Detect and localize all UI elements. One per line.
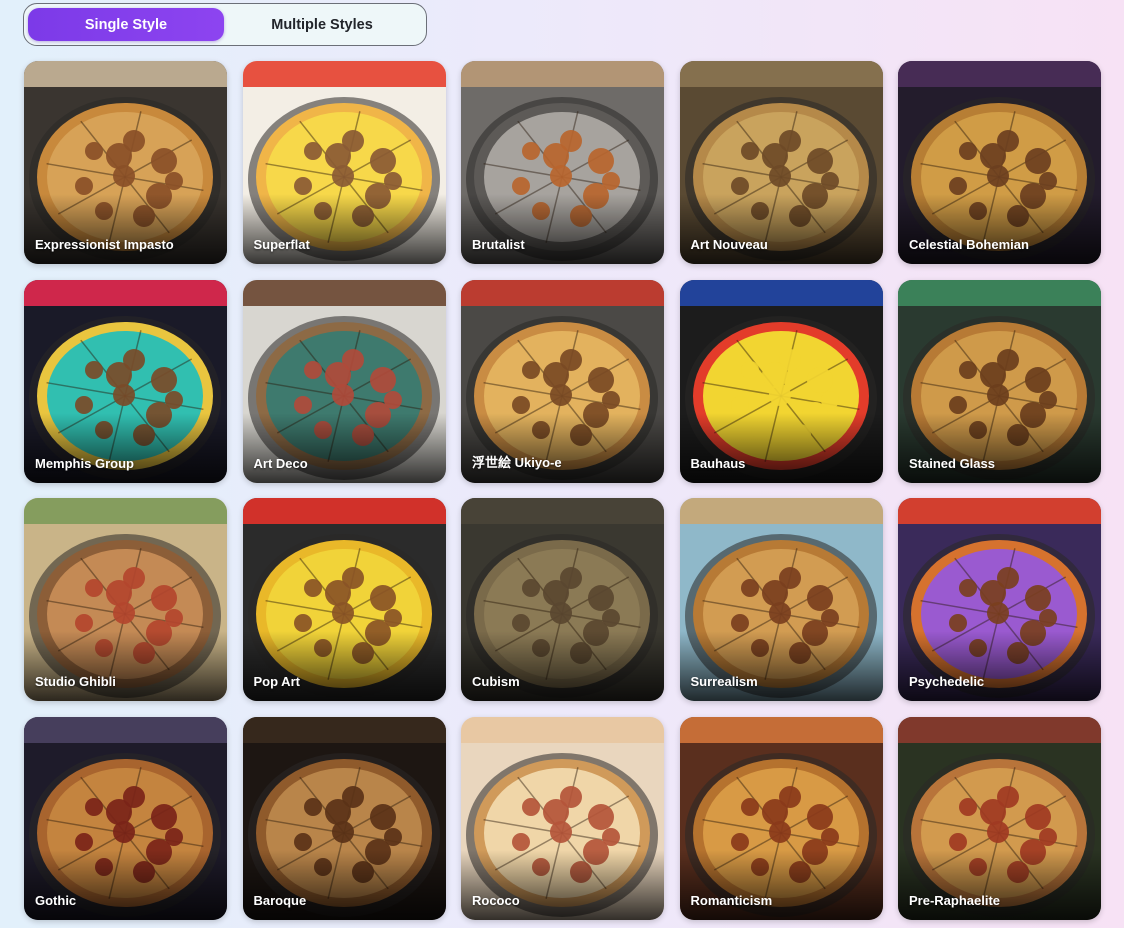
style-card-label: Art Nouveau xyxy=(690,237,768,252)
style-card-label: Psychedelic xyxy=(909,674,985,689)
style-card-label: Pre-Raphaelite xyxy=(909,892,1001,908)
label-gradient xyxy=(679,412,883,483)
style-card[interactable]: Pre-Raphaelite xyxy=(898,716,1101,920)
label-gradient xyxy=(24,631,227,701)
label-gradient xyxy=(898,631,1101,701)
label-gradient xyxy=(679,194,883,264)
style-card-label: Cubism xyxy=(472,674,520,689)
label-gradient xyxy=(461,849,664,920)
label-gradient xyxy=(461,412,664,483)
style-card[interactable]: Art Nouveau xyxy=(679,61,883,264)
label-gradient xyxy=(242,849,446,920)
label-gradient xyxy=(898,194,1101,264)
label-gradient xyxy=(24,194,227,264)
style-card-label: Rococo xyxy=(472,892,520,908)
style-card[interactable]: Pop Art xyxy=(242,498,446,701)
style-card-label: Surrealism xyxy=(690,674,758,689)
single-style-button[interactable]: Single Style xyxy=(28,8,224,41)
label-gradient xyxy=(24,412,227,483)
label-gradient xyxy=(242,194,446,264)
label-gradient xyxy=(24,849,227,920)
style-card-label: Stained Glass xyxy=(909,455,995,471)
style-card-label: Romanticism xyxy=(690,892,773,908)
style-card-label: 浮世絵 Ukiyo-e xyxy=(472,454,562,470)
label-gradient xyxy=(242,631,446,701)
label-gradient xyxy=(679,631,883,701)
label-gradient xyxy=(898,849,1101,920)
style-card-label: Memphis Group xyxy=(35,455,134,471)
style-card-label: Baroque xyxy=(253,892,307,908)
style-card[interactable]: Stained Glass xyxy=(898,279,1101,483)
style-card[interactable]: Brutalist xyxy=(461,61,664,264)
style-card[interactable]: Gothic xyxy=(24,716,227,920)
label-gradient xyxy=(461,631,664,701)
style-card[interactable]: Bauhaus xyxy=(679,279,883,483)
style-mode-toggle: Single Style Multiple Styles xyxy=(23,3,427,46)
style-card[interactable]: Surrealism xyxy=(679,498,883,701)
style-card[interactable]: Superflat xyxy=(242,61,446,264)
style-card[interactable]: Studio Ghibli xyxy=(24,498,227,701)
style-card-label: Gothic xyxy=(35,892,77,908)
style-card-label: Celestial Bohemian xyxy=(909,237,1029,252)
style-card-label: Expressionist Impasto xyxy=(35,237,174,252)
style-grid: Expressionist Impasto Superflat Brutalist A… xyxy=(24,61,1101,920)
style-card[interactable]: Celestial Bohemian xyxy=(898,61,1101,264)
style-card[interactable]: Rococo xyxy=(461,716,664,920)
style-card[interactable]: Baroque xyxy=(242,716,446,920)
style-card-label: Brutalist xyxy=(472,237,525,252)
style-card[interactable]: Cubism xyxy=(461,498,664,701)
style-card[interactable]: Memphis Group xyxy=(24,279,227,483)
style-card-label: Art Deco xyxy=(253,455,308,471)
style-card[interactable]: 浮世絵 Ukiyo-e xyxy=(461,279,664,483)
style-card[interactable]: Psychedelic xyxy=(898,498,1101,701)
multiple-styles-button[interactable]: Multiple Styles xyxy=(224,8,420,41)
label-gradient xyxy=(898,412,1101,483)
style-card-label: Bauhaus xyxy=(690,455,746,471)
label-gradient xyxy=(679,849,883,920)
label-gradient xyxy=(242,412,446,483)
style-card-label: Superflat xyxy=(253,237,310,252)
style-card[interactable]: Romanticism xyxy=(679,716,883,920)
style-card[interactable]: Art Deco xyxy=(242,279,446,483)
style-card-label: Pop Art xyxy=(253,674,300,689)
style-card-label: Studio Ghibli xyxy=(35,674,116,689)
label-gradient xyxy=(461,194,664,264)
style-card[interactable]: Expressionist Impasto xyxy=(24,61,227,264)
